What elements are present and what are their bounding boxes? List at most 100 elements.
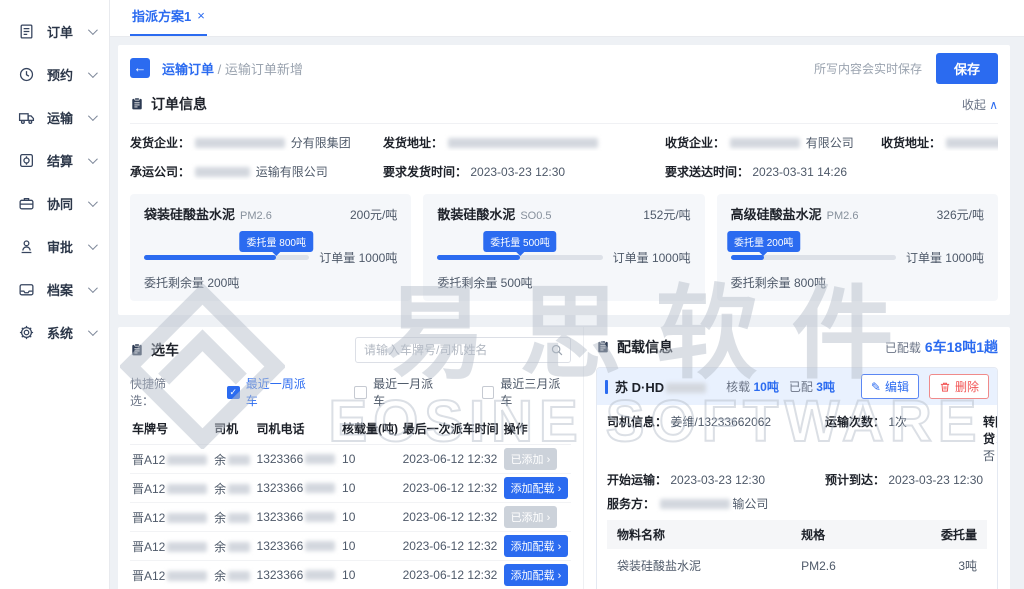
filter-checkbox[interactable]: ✓ 最近三月派车 [482, 375, 571, 409]
chevron-down-icon [88, 111, 98, 121]
redacted-text [730, 138, 800, 148]
material-name: 袋装硅酸盐水泥 [607, 549, 791, 582]
add-load-button[interactable]: 已添加 › [504, 506, 558, 528]
product-spec: PM2.6 [240, 210, 272, 222]
cell-time: 2023-06-12 12:32 [401, 561, 502, 589]
delete-button[interactable]: 删除 [929, 374, 989, 399]
filter-label: 最近一周派车 [246, 375, 317, 409]
back-button[interactable]: ← [130, 58, 150, 78]
material-spec: PM2.6 [791, 549, 888, 582]
breadcrumb: 运输订单 / 运输订单新增 [162, 59, 303, 78]
cell-driver: 余 [212, 474, 254, 503]
close-icon[interactable]: × [197, 8, 205, 23]
product-price: 326元/吨 [937, 206, 984, 223]
back-arrow-icon: ← [134, 60, 147, 75]
autosave-hint: 所写内容会实时保存 [814, 60, 922, 77]
product-name: 高级硅酸盐水泥 [731, 204, 822, 223]
sidebar-item-system[interactable]: 系统 [0, 311, 109, 354]
cell-driver: 余 [212, 503, 254, 532]
table-row: 晋A12 余 1323366 10 2023-06-12 12:32 已添加 › [130, 503, 571, 532]
sidebar-item-approval[interactable]: 审批 [0, 225, 109, 268]
chevron-down-icon [88, 326, 98, 336]
table-header-row: 车牌号 司机 司机电话 核载量(吨) 最后一次派车时间 操作 [130, 413, 571, 445]
entrust-remaining: 委托剩余量 200吨 [144, 274, 397, 291]
chevron-down-icon [88, 25, 98, 35]
material-qty: 3吨 [888, 549, 987, 582]
tab-assign-plan[interactable]: 指派方案1 × [130, 0, 207, 36]
col-spec: 规格 [791, 520, 888, 549]
check-icon: ✓ [484, 387, 492, 398]
cell-time: 2023-06-12 12:32 [401, 445, 502, 474]
cell-plate: 晋A12 [130, 445, 212, 474]
sidebar-item-label: 运输 [47, 108, 88, 127]
sidebar-item-label: 协同 [47, 194, 88, 213]
safe-icon [18, 152, 35, 169]
col-material-name: 物料名称 [607, 520, 791, 549]
col-load: 核载量(吨) [340, 413, 401, 445]
cell-load: 10 [340, 474, 401, 503]
col-entrust-qty: 委托量 [888, 520, 987, 549]
product-spec: SO0.5 [520, 210, 551, 222]
sidebar-item-transport[interactable]: 运输 [0, 96, 109, 139]
start-time: 开始运输： 2023-03-23 12:30 [607, 471, 825, 488]
redacted-text [167, 571, 207, 581]
redacted-text [666, 383, 706, 393]
collapse-toggle[interactable]: 收起 ∧ [962, 96, 998, 113]
checkbox-icon: ✓ [227, 386, 240, 399]
cell-load: 10 [340, 561, 401, 589]
add-load-button[interactable]: 添加配载 › [504, 477, 569, 499]
edit-button[interactable]: ✎编辑 [861, 374, 919, 399]
product-price: 152元/吨 [643, 206, 690, 223]
briefcase-icon [18, 195, 35, 212]
product-price: 200元/吨 [350, 206, 397, 223]
breadcrumb-new-order: 运输订单新增 [225, 62, 303, 77]
chevron-down-icon [88, 197, 98, 207]
field-recv-address: 收货地址： 建材大厦 [881, 134, 998, 151]
bottom-panel: 选车 快捷筛选： ✓ 最近一周派车 [118, 327, 1010, 589]
product-cards: 袋装硅酸盐水泥 PM2.6 200元/吨 委托量 800吨 订单量 1000吨 [130, 194, 998, 301]
filter-label: 最近三月派车 [500, 375, 571, 409]
sidebar-item-reservation[interactable]: 预约 [0, 53, 109, 96]
cell-action: 已添加 › [502, 445, 571, 474]
materials-header-row: 物料名称 规格 委托量 [607, 520, 987, 549]
search-input[interactable] [355, 337, 571, 363]
add-load-button[interactable]: 添加配载 › [504, 535, 569, 557]
add-load-button[interactable]: 添加配载 › [504, 564, 569, 586]
sidebar-item-settlement[interactable]: 结算 [0, 139, 109, 182]
loaded-summary: 已配载6车18吨1趟 [885, 337, 998, 357]
sidebar-item-label: 订单 [47, 22, 88, 41]
table-row: 晋A12 余 1323366 10 2023-06-12 12:32 添加配载 … [130, 561, 571, 589]
save-button[interactable]: 保存 [936, 53, 998, 84]
filter-label: 最近一月派车 [373, 375, 444, 409]
redacted-text [167, 455, 207, 465]
sidebar-item-collaboration[interactable]: 协同 [0, 182, 109, 225]
order-quantity: 订单量 1000吨 [319, 249, 397, 266]
filter-checkbox[interactable]: ✓ 最近一周派车 [227, 375, 316, 409]
checkbox-icon: ✓ [354, 386, 367, 399]
cell-phone: 1323366 [255, 561, 341, 589]
product-card: 袋装硅酸盐水泥 PM2.6 200元/吨 委托量 800吨 订单量 1000吨 [130, 194, 411, 301]
network-loan: 转网贷： 否 [983, 413, 998, 464]
chevron-up-icon: ∧ [989, 98, 998, 112]
product-spec: PM2.6 [827, 210, 859, 222]
materials-table: 物料名称 规格 委托量 袋装硅酸盐水泥 PM2.6 [607, 520, 987, 582]
cell-plate: 晋A12 [130, 474, 212, 503]
loading-info-section: 配载信息 已配载6车18吨1趟 苏 D·HD 核载 10吨 已配 3吨 [584, 327, 1010, 589]
search-icon[interactable] [550, 343, 564, 357]
filter-checkbox[interactable]: ✓ 最近一月派车 [354, 375, 443, 409]
redacted-text [167, 513, 207, 523]
field-shipper: 发货企业： 分有限集团 [130, 134, 383, 151]
sidebar-item-archive[interactable]: 档案 [0, 268, 109, 311]
col-driver: 司机 [212, 413, 254, 445]
product-card: 高级硅酸盐水泥 PM2.6 326元/吨 委托量 200吨 订单量 1000吨 [717, 194, 998, 301]
breadcrumb-transport-order[interactable]: 运输订单 [162, 62, 214, 77]
redacted-text [305, 541, 335, 551]
load-card-body: 司机信息： 姜维/13233662062 运输次数： 1次 转网贷： 否 开始运… [597, 405, 997, 589]
add-load-button[interactable]: 已添加 › [504, 448, 558, 470]
chevron-right-icon: › [558, 483, 562, 495]
service-provider: 服务方： 输公司 [607, 495, 998, 512]
redacted-text [305, 570, 335, 580]
sidebar-item-orders[interactable]: 订单 [0, 10, 109, 53]
field-ship-time: 要求发货时间： 2023-03-23 12:30 [383, 163, 665, 180]
cell-action: 添加配载 › [502, 532, 571, 561]
